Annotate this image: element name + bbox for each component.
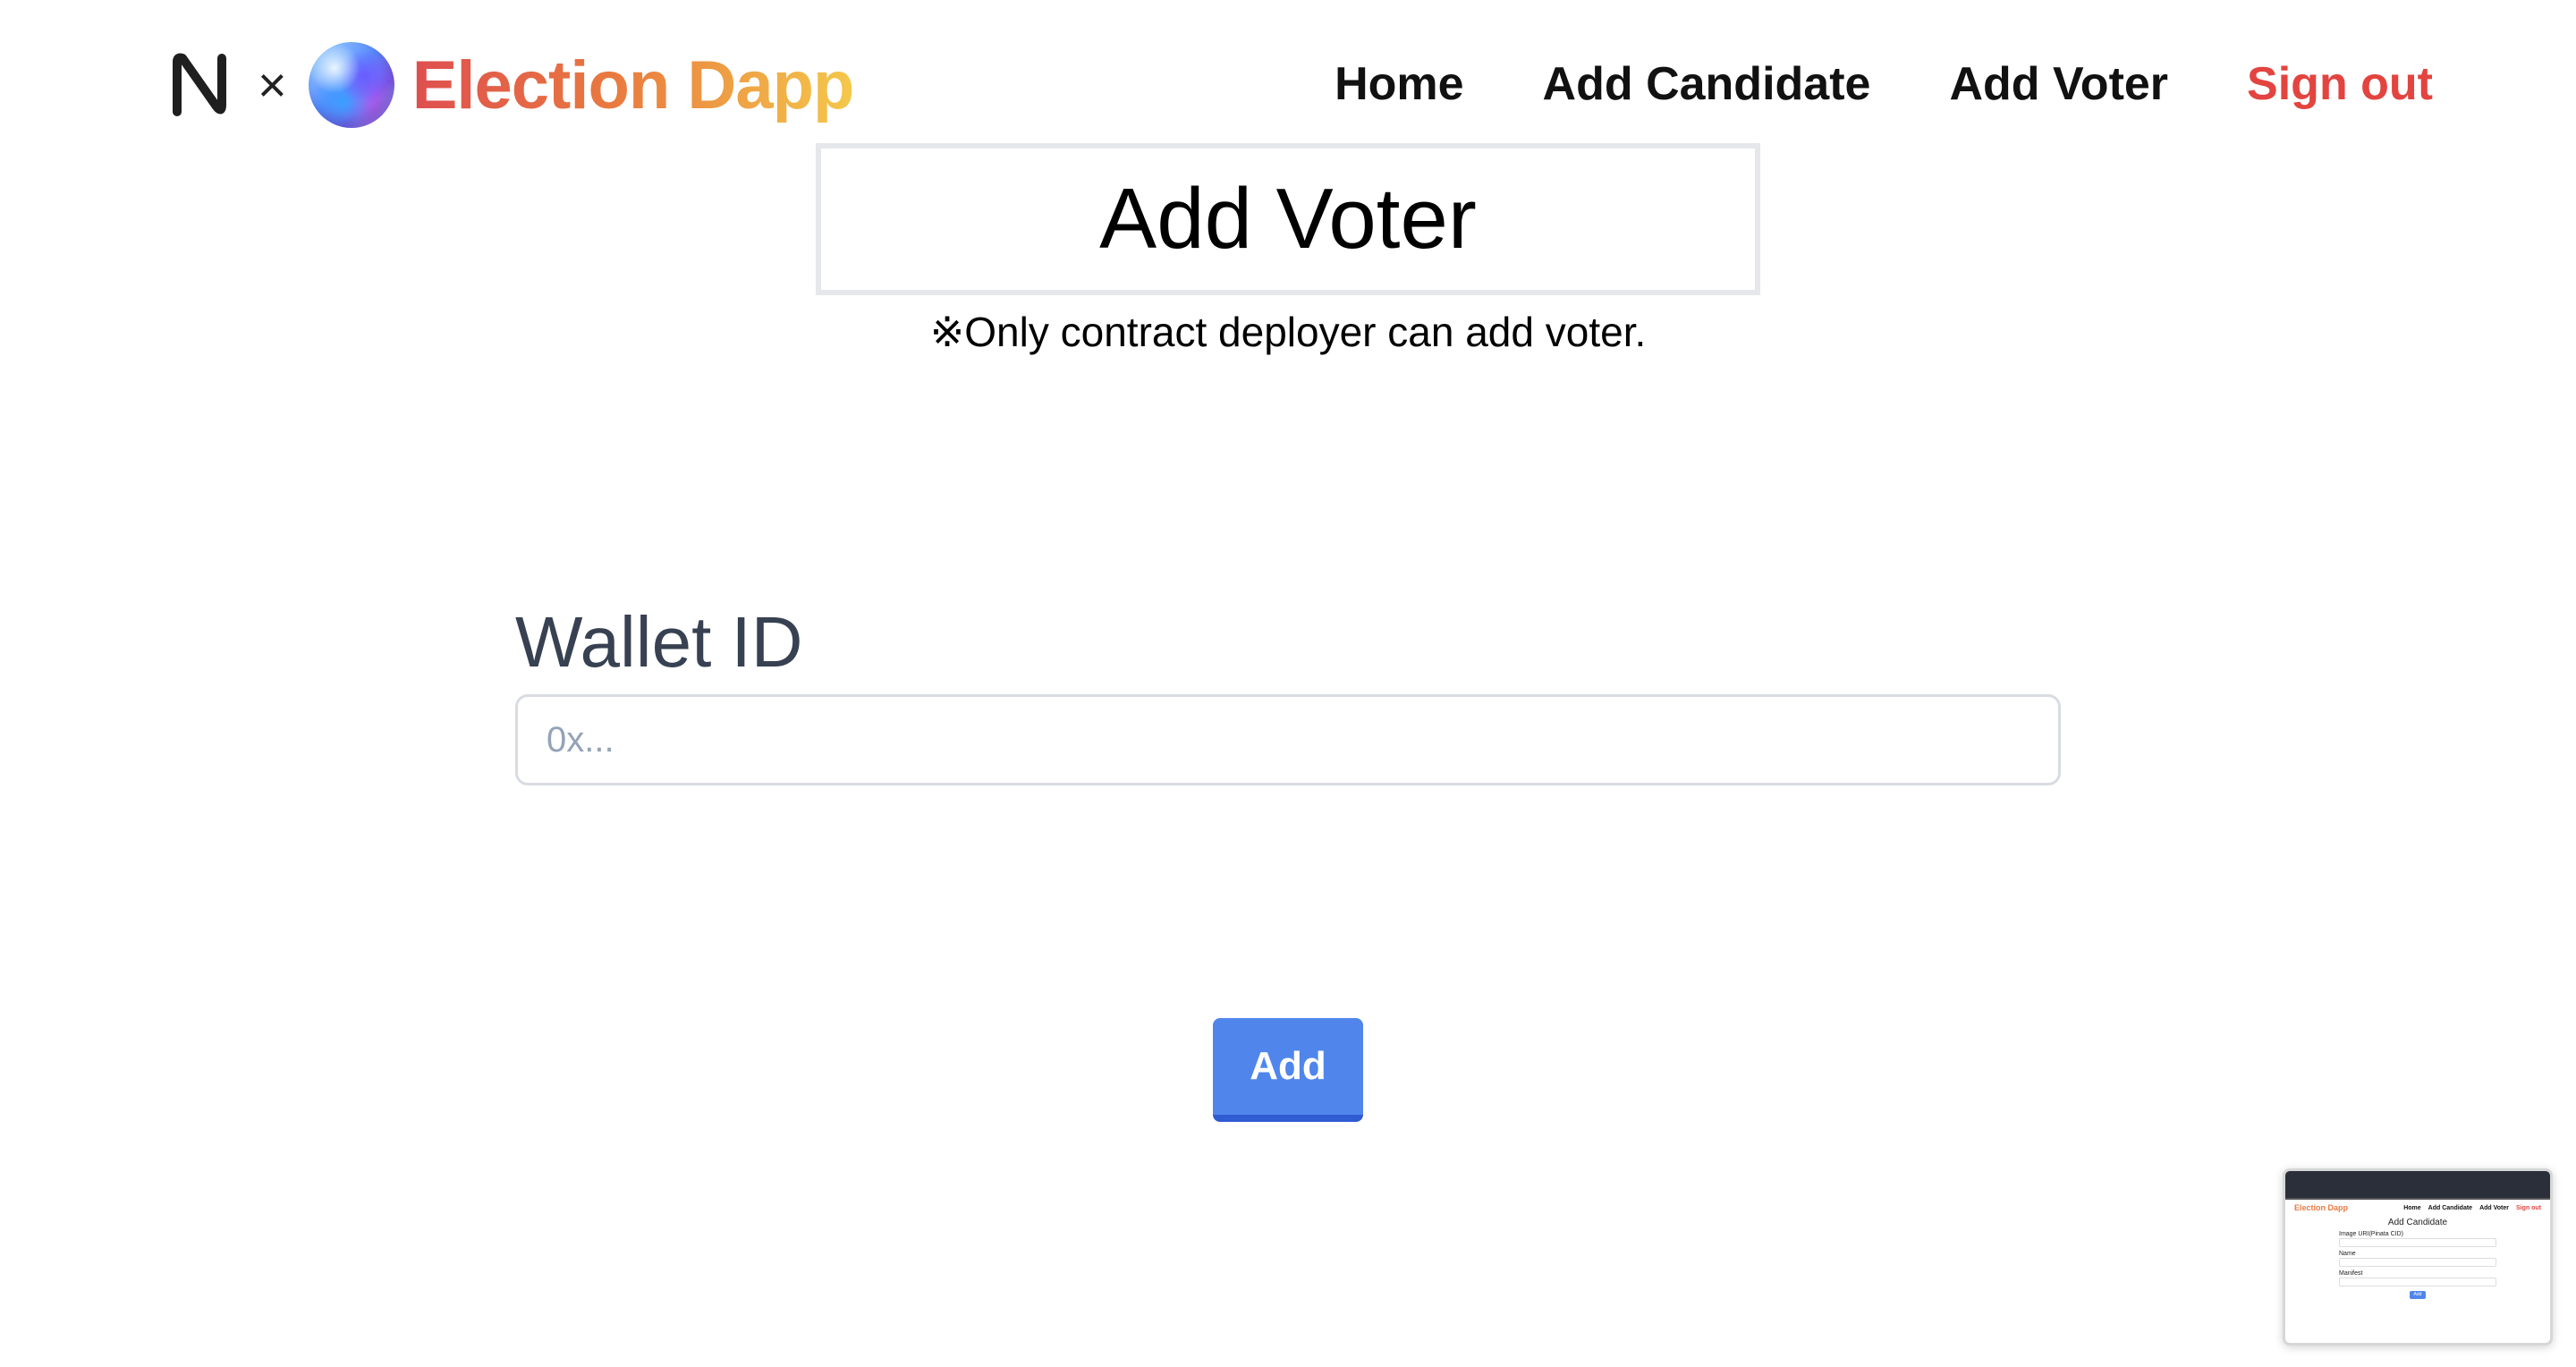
separator-x: × <box>258 56 287 113</box>
thumbnail-body: Add Candidate Image URI(Pinata CID) Name… <box>2285 1216 2550 1301</box>
nav-add-candidate[interactable]: Add Candidate <box>1543 57 1871 111</box>
thumbnail-nav-sign-out: Sign out <box>2516 1204 2541 1211</box>
thumbnail-field-label: Name <box>2339 1251 2356 1257</box>
near-logo-icon <box>173 53 226 116</box>
nav-sign-out[interactable]: Sign out <box>2247 57 2433 111</box>
thumbnail-nav-add-voter: Add Voter <box>2479 1204 2509 1211</box>
thumbnail-browser-bar <box>2285 1171 2550 1200</box>
nav-add-voter[interactable]: Add Voter <box>1949 57 2168 111</box>
thumbnail-field-label: Image URI(Pinata CID) <box>2339 1231 2403 1237</box>
deployer-note: ※Only contract deployer can add voter. <box>929 309 1647 355</box>
page: × Election Dapp Home Add Candidate Add V… <box>0 0 2576 1367</box>
top-nav: Home Add Candidate Add Voter Sign out <box>1335 57 2433 111</box>
wallet-id-label: Wallet ID <box>515 602 803 682</box>
thumbnail-field <box>2339 1238 2496 1247</box>
thumbnail-nav-home: Home <box>2403 1204 2421 1211</box>
thumbnail-field-label: Manifest <box>2339 1270 2363 1277</box>
gradient-orb-icon <box>308 42 394 128</box>
page-title-box: Add Voter <box>816 143 1760 295</box>
thumbnail-field <box>2339 1278 2496 1286</box>
thumbnail-nav: Election Dapp Home Add Candidate Add Vot… <box>2285 1200 2550 1216</box>
brand: × Election Dapp <box>168 36 855 134</box>
thumbnail-add-button: Add <box>2410 1291 2426 1299</box>
wallet-id-input[interactable] <box>515 694 2061 785</box>
brand-title[interactable]: Election Dapp <box>412 47 855 124</box>
thumbnail-nav-add-candidate: Add Candidate <box>2428 1204 2473 1211</box>
nav-home[interactable]: Home <box>1335 57 1463 111</box>
thumbnail-title: Add Candidate <box>2387 1218 2448 1227</box>
thumbnail-field <box>2339 1258 2496 1267</box>
page-title: Add Voter <box>1099 171 1477 267</box>
screenshot-thumbnail[interactable]: Election Dapp Home Add Candidate Add Vot… <box>2283 1168 2553 1346</box>
thumbnail-brand: Election Dapp <box>2294 1203 2349 1212</box>
add-voter-button[interactable]: Add <box>1213 1018 1363 1122</box>
